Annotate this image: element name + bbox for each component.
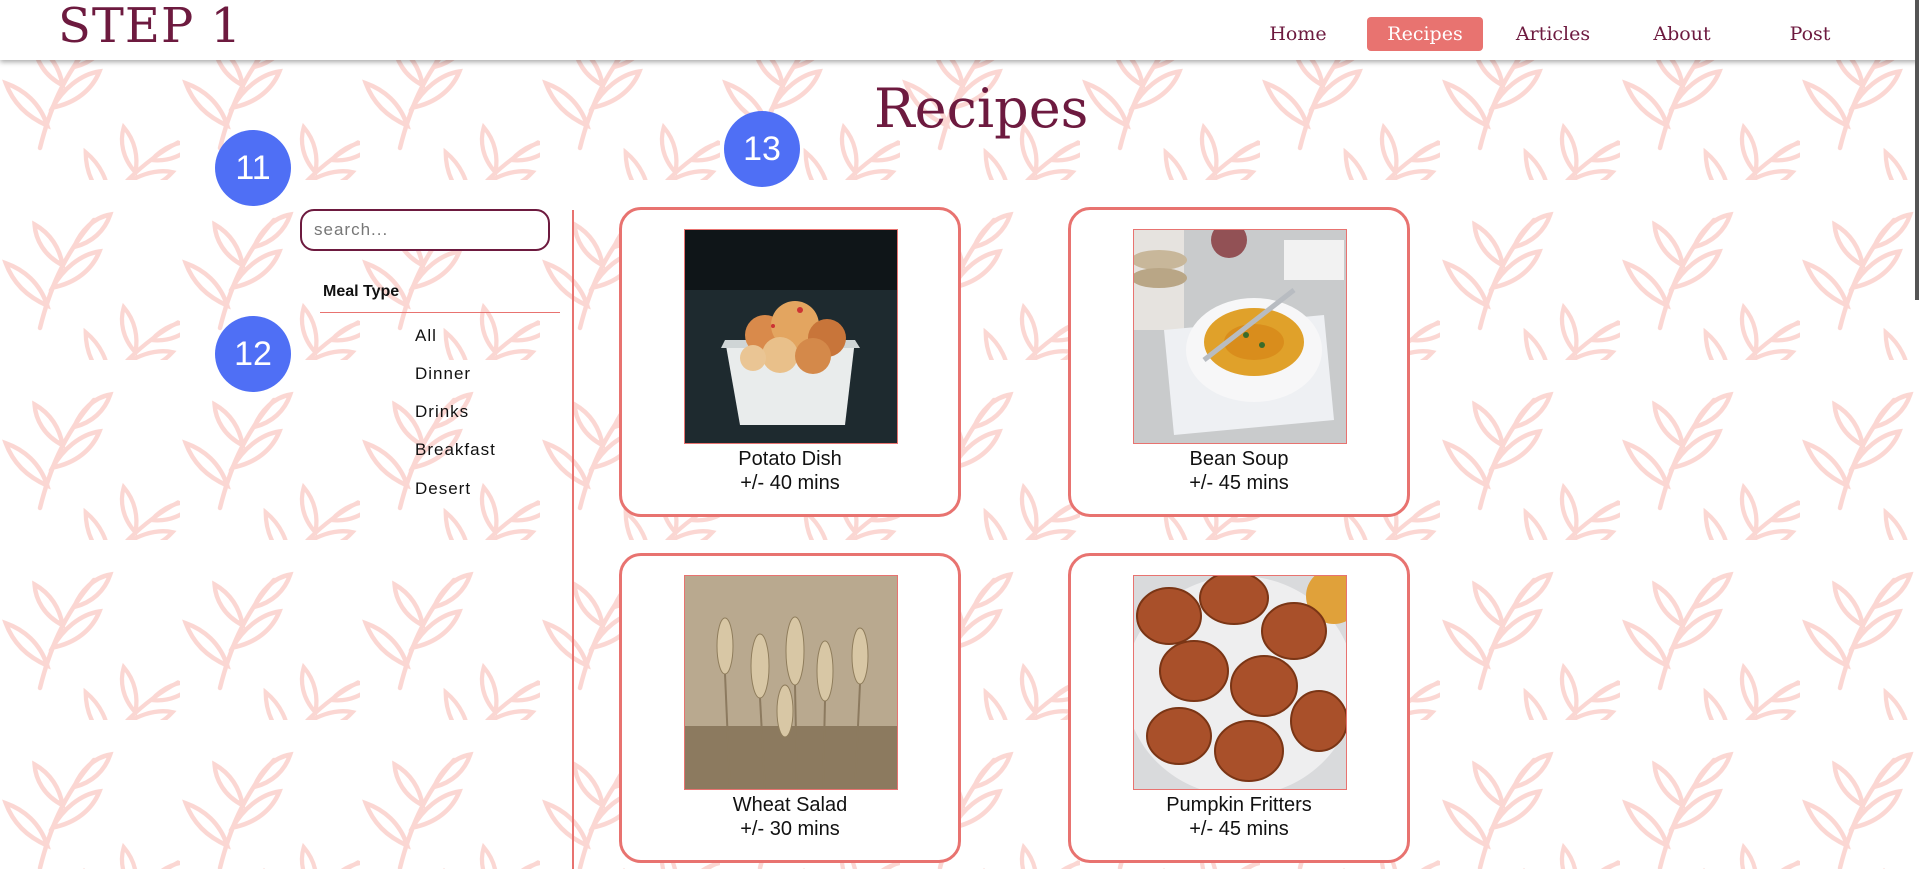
- meal-type-heading: Meal Type: [323, 283, 400, 300]
- annotation-badge-12: 12: [215, 316, 291, 392]
- recipe-name: Potato Dish: [738, 448, 842, 470]
- sidebar-divider: [572, 210, 574, 869]
- top-nav-bar: STEP 1 Home Recipes Articles About Post: [0, 0, 1919, 60]
- recipe-name: Bean Soup: [1189, 448, 1289, 470]
- potato-dish-image: [684, 229, 898, 444]
- recipe-card[interactable]: Potato Dish +/- 40 mins: [619, 207, 961, 517]
- search-input[interactable]: [300, 209, 550, 251]
- nav-about[interactable]: About: [1640, 17, 1724, 51]
- recipe-time: +/- 30 mins: [740, 818, 840, 840]
- recipe-time: +/- 40 mins: [740, 472, 840, 494]
- nav-home[interactable]: Home: [1256, 17, 1340, 51]
- recipe-card[interactable]: Pumpkin Fritters +/- 45 mins: [1068, 553, 1410, 863]
- recipe-name: Wheat Salad: [732, 794, 848, 816]
- recipe-card[interactable]: Wheat Salad +/- 30 mins: [619, 553, 961, 863]
- recipe-time: +/- 45 mins: [1189, 472, 1289, 494]
- annotation-badge-11: 11: [215, 130, 291, 206]
- site-logo[interactable]: STEP 1: [58, 0, 242, 52]
- filter-desert[interactable]: Desert: [415, 479, 471, 499]
- page-title: Recipes: [874, 77, 1089, 140]
- recipe-name: Pumpkin Fritters: [1166, 794, 1312, 816]
- nav-post[interactable]: Post: [1768, 17, 1852, 51]
- recipe-card[interactable]: Bean Soup +/- 45 mins: [1068, 207, 1410, 517]
- filter-breakfast[interactable]: Breakfast: [415, 440, 496, 460]
- filter-drinks[interactable]: Drinks: [415, 402, 469, 422]
- nav-recipes[interactable]: Recipes: [1367, 17, 1483, 51]
- scrollbar[interactable]: [1915, 0, 1919, 300]
- annotation-badge-13: 13: [724, 111, 800, 187]
- filter-dinner[interactable]: Dinner: [415, 364, 471, 384]
- filter-all[interactable]: All: [415, 326, 437, 346]
- wheat-salad-image: [684, 575, 898, 790]
- recipe-time: +/- 45 mins: [1189, 818, 1289, 840]
- nav-articles[interactable]: Articles: [1510, 17, 1596, 51]
- bean-soup-image: [1133, 229, 1347, 444]
- filter-divider: [320, 312, 560, 313]
- pumpkin-fritters-image: [1133, 575, 1347, 790]
